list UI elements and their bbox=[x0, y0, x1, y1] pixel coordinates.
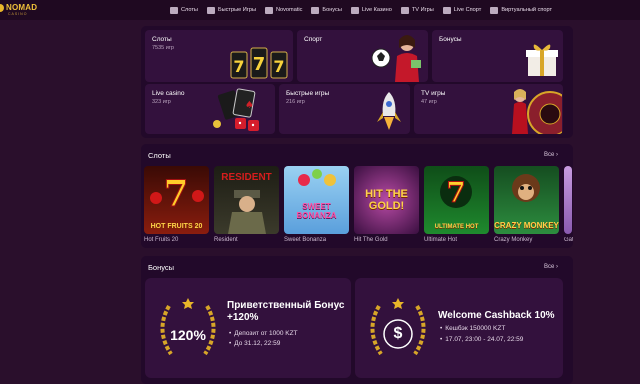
game-label[interactable]: Ultimate Hot bbox=[424, 237, 457, 243]
nav-item-novomatic[interactable]: Novomatic bbox=[264, 6, 303, 14]
nav-label: Бонусы bbox=[322, 7, 342, 13]
nav-item-virtual-sport[interactable]: Виртуальный спорт bbox=[490, 6, 553, 14]
cherry-seven-icon: 7 bbox=[150, 173, 204, 216]
category-card-bonuses[interactable]: Бонусы bbox=[432, 30, 563, 82]
slots-see-all-link[interactable]: Все › bbox=[544, 152, 558, 158]
logo-mark-icon bbox=[0, 4, 4, 12]
category-card-fast-games[interactable]: Быстрые игры 216 игр bbox=[279, 84, 410, 134]
bonus-condition: До 31.12, 22:59 bbox=[229, 340, 280, 347]
slots-section-title: Слоты bbox=[148, 151, 171, 160]
brand-sub: CASINO bbox=[8, 12, 28, 16]
gift-box-icon bbox=[526, 44, 558, 76]
bonus-condition: 17.07, 23:00 - 24.07, 22:59 bbox=[440, 336, 523, 343]
category-card-tv-games[interactable]: TV игры 47 игр bbox=[414, 84, 563, 134]
bonus-badge-text: $ bbox=[393, 325, 403, 342]
bonus-card-welcome[interactable]: 120% Приветственный Бонус +120% Депозит … bbox=[145, 278, 351, 378]
nav-label: TV Игры bbox=[411, 7, 434, 13]
nav-label: Live Спорт bbox=[453, 7, 482, 13]
nav-label: Быстрые Игры bbox=[217, 7, 256, 13]
game-tile-hot-fruits-20[interactable]: 7 HOT FRUITS 20 bbox=[144, 166, 209, 234]
plane-icon bbox=[206, 6, 215, 14]
game-art-title: SWEET BONANZA bbox=[296, 202, 337, 220]
game-art-title: ULTIMATE HOT bbox=[434, 224, 479, 230]
nav-item-bonuses[interactable]: Бонусы bbox=[311, 6, 342, 14]
bonuses-see-all-link[interactable]: Все › bbox=[544, 264, 558, 270]
bonus-card-cashback[interactable]: $ Welcome Cashback 10% Кешбэк 150000 KZT… bbox=[355, 278, 563, 378]
slots-icon bbox=[170, 6, 178, 14]
nav-item-live-casino[interactable]: Live Казино bbox=[350, 6, 392, 14]
category-card-slots[interactable]: Слоты 7535 игр 7 7 7 bbox=[145, 30, 293, 82]
category-count: 47 игр bbox=[421, 99, 437, 105]
category-count: 323 игр bbox=[152, 99, 171, 105]
seven-icon: 7 bbox=[440, 176, 472, 210]
gift-icon bbox=[311, 6, 320, 14]
category-title: Быстрые игры bbox=[286, 90, 330, 97]
game-art-title: HOT FRUITS 20 bbox=[150, 223, 203, 230]
game-label[interactable]: Sweet Bonanza bbox=[284, 237, 326, 243]
category-card-live-casino[interactable]: Live casino 323 игр ♠ bbox=[145, 84, 275, 134]
game-tile-resident[interactable]: RESIDENT bbox=[214, 166, 279, 234]
game-tile-ultimate-hot[interactable]: 7 ULTIMATE HOT bbox=[424, 166, 489, 234]
game-tile-sweet-bonanza[interactable]: SWEET BONANZA bbox=[284, 166, 349, 234]
slot-sevens-icon: 7 7 7 bbox=[230, 47, 288, 79]
spy-character-icon bbox=[228, 190, 266, 234]
svg-text:♠: ♠ bbox=[245, 100, 254, 111]
category-count: 7535 игр bbox=[152, 45, 174, 51]
bonus-title: Welcome Cashback 10% bbox=[438, 310, 555, 321]
bonus-badge-text: 120% bbox=[170, 327, 206, 343]
see-all-label: Все bbox=[544, 152, 555, 158]
category-count: 216 игр bbox=[286, 99, 305, 105]
category-title: Слоты bbox=[152, 36, 172, 43]
game-art-title: RESIDENT bbox=[221, 172, 272, 183]
svg-text:7: 7 bbox=[446, 176, 465, 209]
monkey-icon bbox=[512, 174, 540, 202]
svg-text:7: 7 bbox=[163, 173, 188, 215]
nav-item-fast-games[interactable]: Быстрые Игры bbox=[206, 6, 256, 14]
main-nav: Слоты Быстрые Игры Novomatic Бонусы Live… bbox=[170, 0, 561, 20]
nav-label: Live Казино bbox=[361, 7, 392, 13]
category-title: Live casino bbox=[152, 90, 185, 97]
top-navigation-bar: NOMAD CASINO Слоты Быстрые Игры Novomati… bbox=[0, 0, 640, 20]
rocket-icon bbox=[377, 92, 401, 130]
brand-logo[interactable]: NOMAD CASINO bbox=[0, 2, 40, 18]
bonuses-section-title: Бонусы bbox=[148, 263, 175, 272]
nav-label: Виртуальный спорт bbox=[501, 7, 553, 13]
game-label[interactable]: Hit The Gold bbox=[354, 237, 388, 243]
game-label[interactable]: Resident bbox=[214, 237, 238, 243]
game-tile-partial[interactable] bbox=[564, 166, 572, 234]
bonus-title: Приветственный Бонус +120% bbox=[227, 300, 345, 323]
game-label[interactable]: Hot Fruits 20 bbox=[144, 237, 178, 243]
brand-name: NOMAD bbox=[6, 3, 38, 12]
game-label[interactable]: Crazy Monkey bbox=[494, 237, 532, 243]
game-tile-crazy-monkey[interactable]: CRAZY MONKEY bbox=[494, 166, 559, 234]
game-art-title: HIT THE GOLD! bbox=[365, 188, 408, 212]
svg-text:7: 7 bbox=[273, 57, 284, 76]
game-label[interactable]: Gat bbox=[564, 237, 573, 243]
svg-text:7: 7 bbox=[233, 57, 244, 76]
virtual-sport-icon bbox=[490, 6, 499, 14]
live-sport-icon bbox=[442, 6, 451, 14]
nav-label: Novomatic bbox=[275, 7, 303, 13]
tv-icon bbox=[400, 6, 409, 14]
nav-item-tv-games[interactable]: TV Игры bbox=[400, 6, 434, 14]
candy-icon bbox=[298, 169, 336, 186]
live-casino-icon bbox=[350, 6, 359, 14]
soccer-player-icon bbox=[371, 35, 421, 82]
nav-item-live-sport[interactable]: Live Спорт bbox=[442, 6, 482, 14]
category-title: Бонусы bbox=[439, 36, 462, 43]
nav-label: Слоты bbox=[181, 7, 198, 13]
cards-dice-icon: ♠ bbox=[213, 88, 259, 131]
category-card-sport[interactable]: Спорт bbox=[297, 30, 428, 82]
category-title: Спорт bbox=[304, 36, 323, 43]
bonus-condition: Кешбэк 150000 KZT bbox=[440, 325, 505, 332]
svg-text:7: 7 bbox=[253, 54, 266, 75]
see-all-label: Все bbox=[544, 264, 555, 270]
novomatic-icon bbox=[264, 6, 273, 14]
game-tile-hit-the-gold[interactable]: HIT THE GOLD! bbox=[354, 166, 419, 234]
category-title: TV игры bbox=[421, 90, 446, 97]
roulette-host-icon bbox=[512, 89, 562, 134]
bonus-condition: Депозит от 1000 KZT bbox=[229, 330, 297, 337]
game-art-title: CRAZY MONKEY bbox=[494, 221, 559, 230]
nav-item-slots[interactable]: Слоты bbox=[170, 6, 198, 14]
